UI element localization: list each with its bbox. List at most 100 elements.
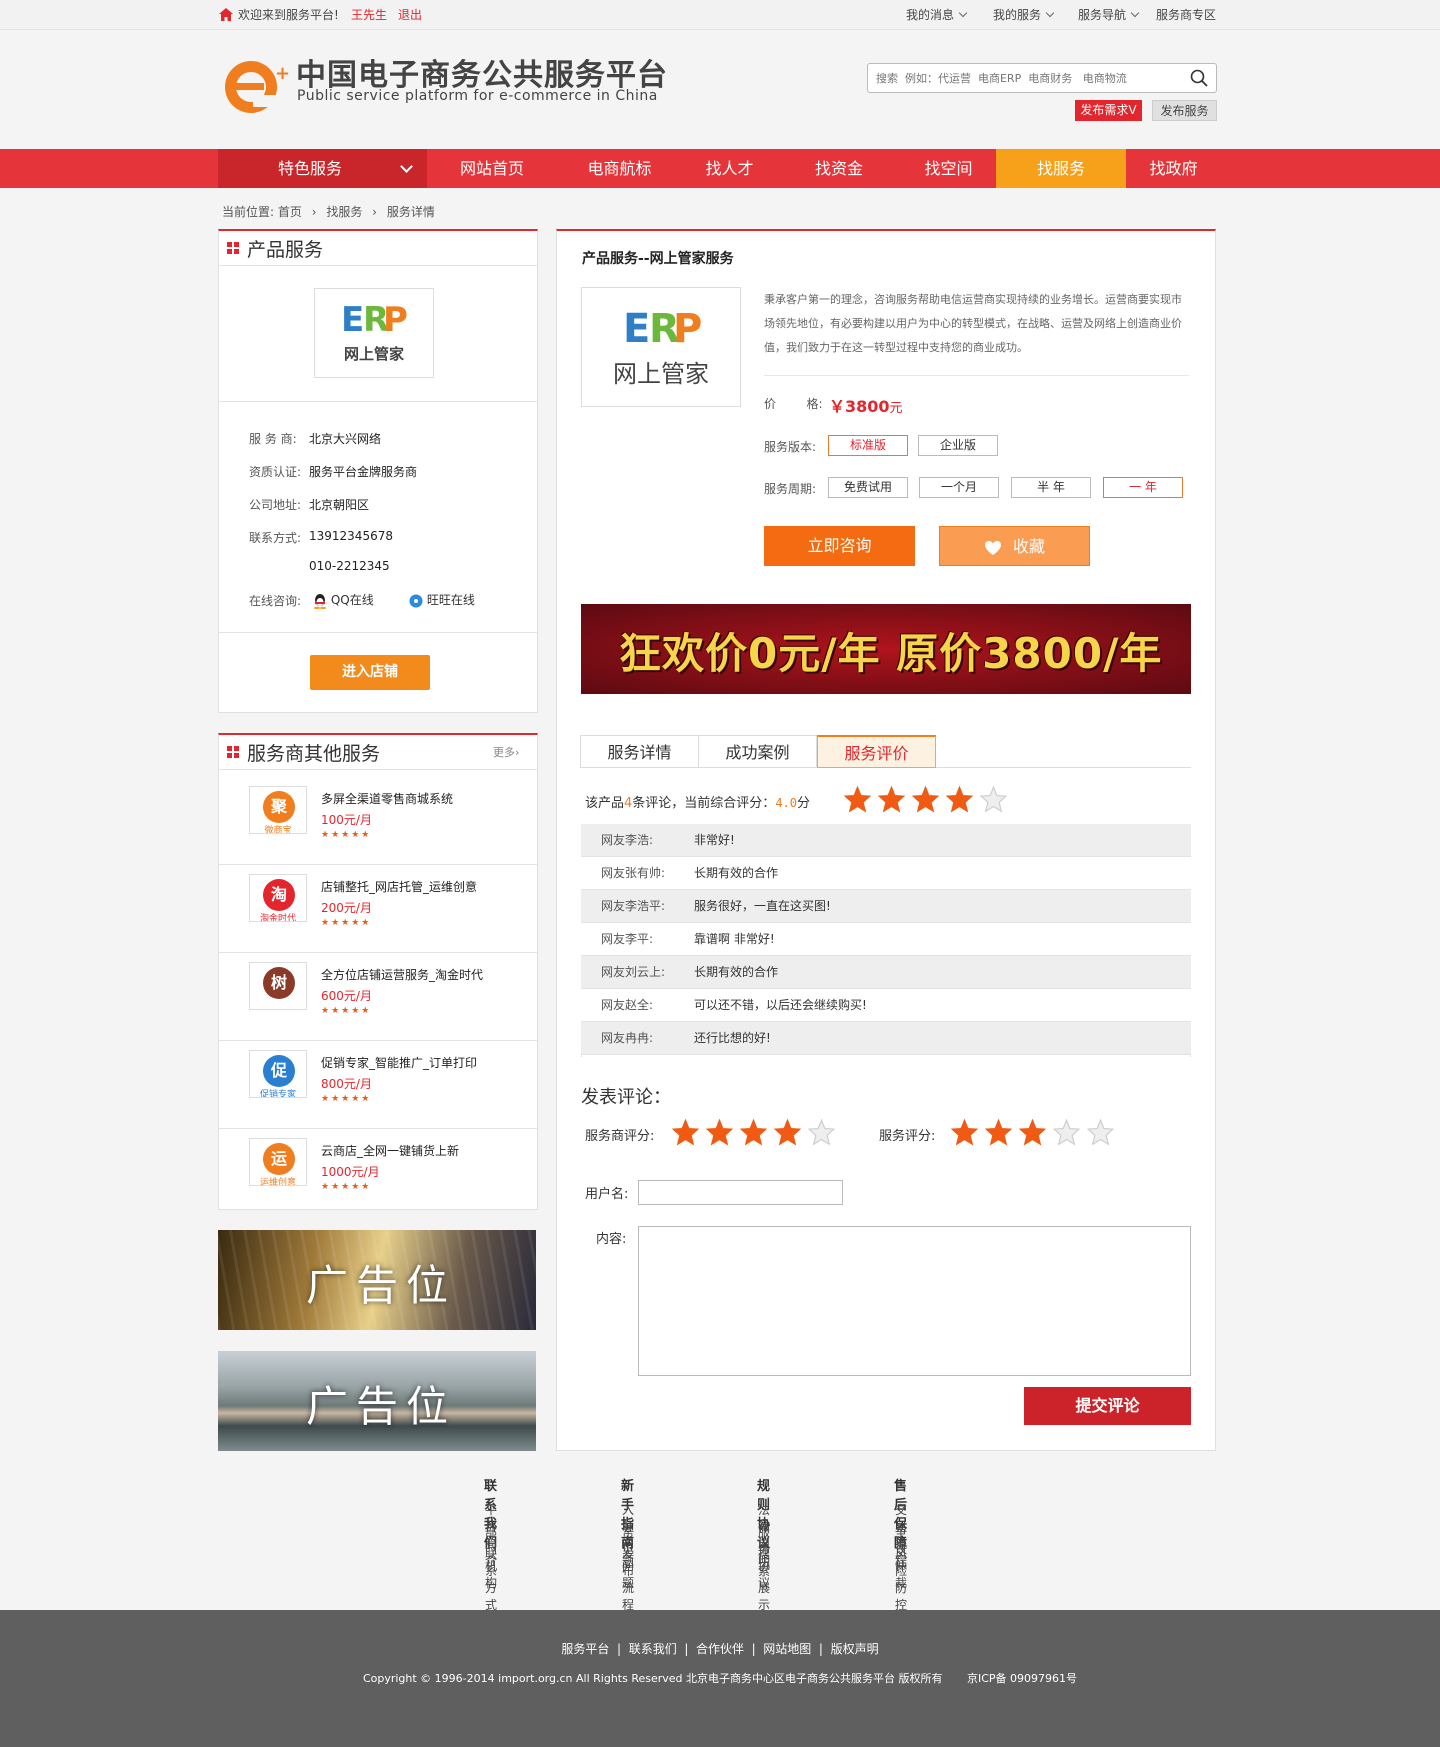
- my-messages-link[interactable]: 我的消息: [906, 0, 968, 30]
- nav-item-government[interactable]: 找政府: [1126, 149, 1221, 188]
- logo-icon[interactable]: +: [223, 55, 290, 115]
- rating-score: 4.0: [775, 796, 797, 810]
- breadcrumb-services[interactable]: 找服务: [326, 205, 362, 219]
- version-enterprise-option[interactable]: 企业版: [918, 435, 998, 456]
- username-input[interactable]: [638, 1180, 843, 1205]
- star-empty-icon[interactable]: [1053, 1119, 1080, 1146]
- address-value: 北京朝阳区: [309, 498, 370, 512]
- review-row: 网友赵全: 可以还不错，以后还会继续购买!: [581, 989, 1191, 1022]
- star-filled-icon: [878, 786, 905, 813]
- provider-rating-stars[interactable]: [672, 1119, 842, 1147]
- review-comment: 服务很好，一直在这买图!: [694, 899, 831, 913]
- service-rating-stars[interactable]: [951, 1119, 1121, 1147]
- review-comment: 靠谱啊 非常好!: [694, 932, 775, 946]
- period-one-year-option[interactable]: 一 年: [1103, 477, 1183, 498]
- featured-services-menu[interactable]: 特色服务: [218, 149, 427, 188]
- user-link[interactable]: 王先生: [351, 0, 387, 30]
- star-filled-icon[interactable]: [985, 1119, 1012, 1146]
- star-filled-icon: [912, 786, 939, 813]
- review-author: 网友张有帅:: [601, 866, 666, 880]
- star-filled-icon[interactable]: [774, 1119, 801, 1146]
- other-service-item[interactable]: 促促销专家 促销专家_智能推广_订单打印 800元/月 ★★★★★: [219, 1042, 537, 1130]
- chevron-down-icon: [958, 8, 968, 18]
- tab-service-details[interactable]: 服务详情: [580, 735, 699, 768]
- footer-link[interactable]: 风险防控: [895, 1545, 907, 1613]
- nav-item-space[interactable]: 找空间: [901, 149, 996, 188]
- qq-online-link[interactable]: QQ在线: [313, 591, 374, 609]
- period-half-year-option[interactable]: 半 年: [1011, 477, 1091, 498]
- footer-link[interactable]: 联系方式: [485, 1545, 497, 1613]
- price-unit: 元: [889, 401, 903, 416]
- tab-success-cases[interactable]: 成功案例: [698, 735, 817, 768]
- service-name[interactable]: 云商店_全网一键铺货上新: [321, 1142, 459, 1159]
- service-name[interactable]: 促销专家_智能推广_订单打印: [321, 1054, 477, 1071]
- service-price: 800元/月: [321, 1077, 372, 1091]
- divider: [219, 1128, 537, 1129]
- star-filled-icon[interactable]: [1019, 1119, 1046, 1146]
- period-one-month-option[interactable]: 一个月: [919, 477, 999, 498]
- my-services-link[interactable]: 我的服务: [993, 0, 1055, 30]
- footer-links[interactable]: 服务平台 | 联系我们 | 合作伙伴 | 网站地图 | 版权声明: [0, 1640, 1440, 1657]
- period-free-trial-option[interactable]: 免费试用: [828, 477, 908, 498]
- contact-phone: 010-2212345: [309, 559, 390, 573]
- main-nav: 特色服务 网站首页 电商航标 找人才 找资金 找空间 找服务 找政府: [0, 149, 1440, 188]
- star-filled-icon[interactable]: [672, 1119, 699, 1146]
- nav-item-beacon[interactable]: 电商航标: [557, 149, 682, 188]
- star-empty-icon[interactable]: [1087, 1119, 1114, 1146]
- nav-item-services[interactable]: 找服务: [996, 149, 1126, 188]
- version-label: 服务版本:: [764, 440, 817, 454]
- search-input[interactable]: [876, 64, 1176, 92]
- consult-button[interactable]: 立即咨询: [764, 526, 915, 566]
- enter-store-button[interactable]: 进入店铺: [310, 655, 430, 690]
- content-textarea[interactable]: [638, 1226, 1191, 1376]
- service-name[interactable]: 多屏全渠道零售商城系统: [321, 790, 453, 807]
- rating-mid: 条评论，当前综合评分：: [632, 796, 776, 811]
- ad-banner-2[interactable]: 广告位: [218, 1351, 536, 1451]
- search-icon[interactable]: [1190, 69, 1208, 87]
- star-filled-icon[interactable]: [706, 1119, 733, 1146]
- service-stars: ★★★★★: [321, 918, 372, 928]
- other-service-item[interactable]: 运运维创意 云商店_全网一键铺货上新 1000元/月 ★★★★★: [219, 1130, 537, 1218]
- review-row: 网友刘云上: 长期有效的合作: [581, 956, 1191, 989]
- footer-link[interactable]: 发布流程: [622, 1545, 634, 1613]
- provider-zone-link[interactable]: 服务商专区: [1156, 0, 1216, 30]
- favorite-button[interactable]: 收藏: [939, 526, 1090, 566]
- submit-comment-button[interactable]: 提交评论: [1024, 1387, 1191, 1425]
- service-stars: ★★★★★: [321, 1094, 372, 1104]
- service-logo-text: 网上管家: [613, 360, 709, 388]
- product-panel: 产品服务 E R P 网上管家 服 务 商: 北京大兴网络 资质认证: 服务平台…: [218, 229, 538, 713]
- ad-banner-1[interactable]: 广告位: [218, 1230, 536, 1330]
- search-box[interactable]: [867, 63, 1217, 93]
- review-row: 网友李浩平: 服务很好，一直在这买图!: [581, 890, 1191, 923]
- chevron-right-icon: ›: [372, 205, 377, 219]
- promo-banner[interactable]: 狂欢价0元/年 原价3800/年: [581, 604, 1191, 694]
- contact-mobile: 13912345678: [309, 529, 393, 543]
- logout-link[interactable]: 退出: [398, 0, 422, 30]
- nav-item-talent[interactable]: 找人才: [682, 149, 777, 188]
- publish-demand-button[interactable]: 发布需求V: [1075, 100, 1142, 121]
- tab-service-reviews[interactable]: 服务评价: [817, 735, 936, 768]
- panel-title: 服务商其他服务: [247, 743, 381, 765]
- nav-item-funding[interactable]: 找资金: [777, 149, 901, 188]
- star-empty-icon[interactable]: [808, 1119, 835, 1146]
- svg-text:P: P: [383, 300, 408, 339]
- breadcrumb-home[interactable]: 当前位置: 首页: [222, 205, 302, 219]
- footer-link[interactable]: 搜索展示: [758, 1545, 770, 1613]
- publish-service-button[interactable]: 发布服务: [1152, 100, 1217, 121]
- version-standard-option[interactable]: 标准版: [828, 435, 908, 456]
- wangwang-online-link[interactable]: 旺旺在线: [409, 591, 475, 608]
- home-icon[interactable]: [219, 8, 233, 21]
- other-service-item[interactable]: 聚微商宝 多屏全渠道零售商城系统 100元/月 ★★★★★: [219, 778, 537, 866]
- more-link[interactable]: 更多›: [493, 744, 519, 760]
- nav-item-home[interactable]: 网站首页: [427, 149, 557, 188]
- star-filled-icon[interactable]: [951, 1119, 978, 1146]
- other-service-item[interactable]: 淘淘金时代 店铺整托_网店托管_运维创意 200元/月 ★★★★★: [219, 866, 537, 954]
- divider: [219, 401, 537, 402]
- star-filled-icon[interactable]: [740, 1119, 767, 1146]
- service-name[interactable]: 全方位店铺运营服务_淘金时代: [321, 966, 483, 983]
- svg-text:E: E: [341, 300, 364, 339]
- service-description: 秉承客户第一的理念，咨询服务帮助电信运营商实现持续的业务增长。运营商要实现市场领…: [764, 293, 1182, 354]
- service-nav-link[interactable]: 服务导航: [1078, 0, 1140, 30]
- other-service-item[interactable]: 树 全方位店铺运营服务_淘金时代 600元/月 ★★★★★: [219, 954, 537, 1042]
- service-name[interactable]: 店铺整托_网店托管_运维创意: [321, 878, 477, 895]
